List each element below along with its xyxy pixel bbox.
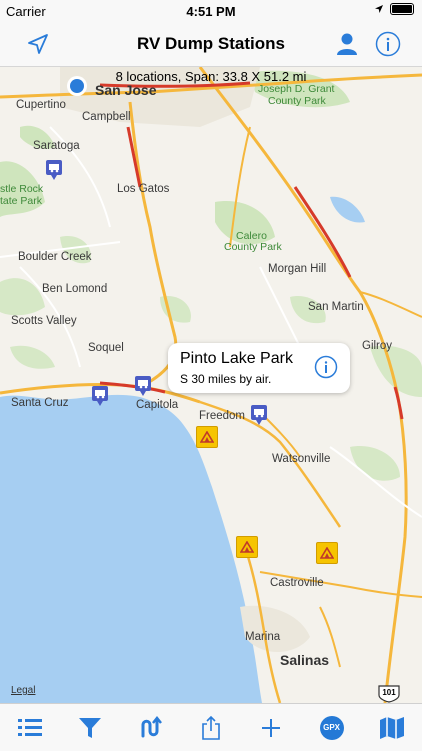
label-castroville: Castroville [270, 577, 324, 589]
label-ben-lomond: Ben Lomond [42, 283, 108, 295]
label-salinas: Salinas [280, 652, 330, 668]
filter-icon [79, 717, 102, 738]
label-castle-rock-1: stle Rock [0, 183, 44, 195]
station-callout[interactable]: Pinto Lake Park S 30 miles by air. [168, 343, 350, 393]
label-capitola: Capitola [136, 399, 179, 411]
tent-icon [200, 431, 214, 443]
list-button[interactable] [15, 713, 45, 743]
gpx-button[interactable]: GPX [317, 713, 347, 743]
clock: 4:51 PM [186, 4, 236, 19]
tent-icon [240, 541, 254, 553]
label-campbell: Campbell [82, 111, 131, 123]
label-gilroy: Gilroy [362, 340, 393, 352]
highway-shield: 101 [377, 685, 401, 703]
map-button[interactable] [377, 713, 407, 743]
profile-button[interactable] [333, 30, 361, 58]
info-button[interactable] [374, 30, 402, 58]
campground-marker[interactable] [316, 542, 338, 564]
label-san-jose: San Jose [95, 82, 157, 98]
person-icon [337, 33, 357, 55]
add-icon [262, 718, 281, 737]
map-icon [379, 716, 404, 739]
campground-marker[interactable] [236, 536, 258, 558]
label-los-gatos: Los Gatos [117, 183, 170, 195]
label-marina: Marina [245, 631, 281, 643]
battery-icon [390, 3, 414, 15]
label-soquel: Soquel [88, 342, 124, 354]
share-button[interactable] [196, 713, 226, 743]
label-joseph-d-grant: Joseph D. Grant [258, 83, 335, 95]
info-icon[interactable] [314, 355, 338, 379]
toolbar: GPX [0, 703, 422, 751]
rv-station-pin-icon[interactable] [250, 404, 268, 426]
label-watsonville: Watsonville [272, 453, 331, 465]
rv-station-pin-icon[interactable] [91, 385, 109, 407]
user-location-dot [67, 76, 87, 96]
share-icon [202, 715, 220, 740]
label-scotts-valley: Scotts Valley [11, 315, 77, 327]
label-county-park: County Park [268, 95, 326, 107]
map-view[interactable]: 8 locations, Span: 33.8 X 51.2 mi Cupert… [0, 67, 422, 703]
locations-span-text: 8 locations, Span: 33.8 X 51.2 mi [115, 69, 307, 84]
highway-number: 101 [382, 688, 396, 697]
rv-station-pin-icon[interactable] [134, 375, 152, 397]
route-button[interactable] [136, 713, 166, 743]
label-boulder-creek: Boulder Creek [18, 251, 92, 263]
status-bar: Carrier 4:51 PM [0, 0, 422, 22]
label-saratoga: Saratoga [33, 140, 80, 152]
label-morgan-hill: Morgan Hill [268, 263, 327, 275]
label-san-martin: San Martin [308, 301, 364, 313]
rv-station-pin-icon[interactable] [45, 159, 63, 181]
label-castle-rock-2: tate Park [0, 195, 43, 207]
list-icon [18, 718, 43, 736]
legal-link[interactable]: Legal [11, 685, 35, 696]
route-icon [141, 715, 162, 737]
location-services-icon [375, 5, 383, 13]
label-freedom: Freedom [199, 410, 246, 422]
callout-title: Pinto Lake Park [180, 350, 293, 367]
info-icon [375, 31, 401, 57]
label-santa-cruz: Santa Cruz [11, 397, 69, 409]
label-calero-2: County Park [224, 241, 282, 253]
campground-marker[interactable] [196, 426, 218, 448]
tent-icon [320, 547, 334, 559]
filter-button[interactable] [75, 713, 105, 743]
add-button[interactable] [256, 713, 286, 743]
status-icons [374, 3, 414, 15]
label-cupertino: Cupertino [16, 99, 66, 111]
navigation-bar: RV Dump Stations [0, 22, 422, 67]
gpx-label: GPX [319, 715, 344, 740]
callout-subtitle: S 30 miles by air. [180, 372, 272, 386]
